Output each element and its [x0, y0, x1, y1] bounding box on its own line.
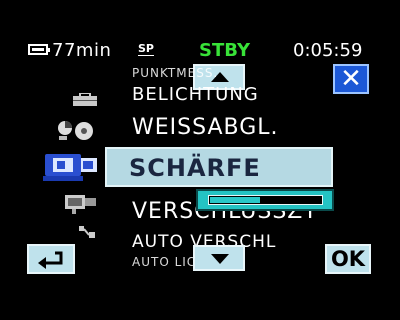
- tape-camera-icon: [65, 195, 96, 214]
- ok-label: OK: [330, 247, 366, 271]
- camcorder-menu-screen: 77min SP STBY 0:05:59 ✕ PUNKTMESS. BELIC…: [0, 0, 400, 320]
- briefcase-icon: [73, 93, 97, 106]
- standby-status: STBY: [199, 40, 251, 61]
- slider-track: [208, 195, 323, 205]
- connection-icon: [79, 226, 95, 238]
- return-icon: [38, 251, 63, 269]
- close-button[interactable]: ✕: [333, 64, 369, 94]
- ok-button[interactable]: OK: [325, 244, 371, 274]
- slider-level-fill: [210, 197, 260, 203]
- close-icon: ✕: [340, 64, 362, 94]
- menu-item-weissabgl[interactable]: WEISSABGL.: [132, 115, 279, 140]
- battery-remaining: 77min: [52, 40, 112, 61]
- menu-item-punktmess[interactable]: PUNKTMESS.: [132, 66, 218, 80]
- selected-item-label: SCHÄRFE: [129, 154, 261, 182]
- recording-mode: SP: [138, 42, 154, 56]
- selected-menu-item[interactable]: SCHÄRFE: [105, 147, 333, 187]
- white-balance-icon: [58, 121, 93, 140]
- sharpness-slider[interactable]: [196, 189, 334, 211]
- timecode: 0:05:59: [293, 40, 363, 61]
- status-bar: 77min SP STBY 0:05:59: [0, 40, 400, 64]
- scroll-down-icon: [211, 254, 229, 264]
- scroll-down-button[interactable]: [193, 245, 245, 271]
- menu-item-belichtung[interactable]: BELICHTUNG: [132, 84, 259, 105]
- battery-icon: [28, 44, 50, 55]
- return-button[interactable]: [27, 244, 75, 274]
- camera-icon: [43, 154, 97, 181]
